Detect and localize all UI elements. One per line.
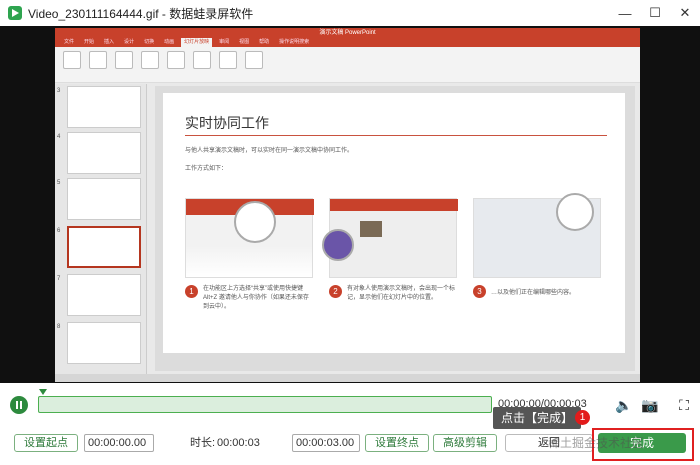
watermark: 稀土掘金技术社区 xyxy=(548,436,645,450)
thumb-number: 3 xyxy=(57,88,61,94)
ppt-tab: 插入 xyxy=(104,39,115,45)
set-end-label: 设置终点 xyxy=(375,437,419,449)
app-window: Video_230111164444.gif - 数据蛙录屏软件 — ☐ ✕ 演… xyxy=(0,0,700,465)
app-logo-icon xyxy=(8,6,22,20)
step-1-text: 在功能区上方选择“共享”或使用快捷键 Alt+Z 邀请他人与你协作（如果还未保存… xyxy=(203,286,309,310)
ppt-title: 演示文稿 PowerPoint xyxy=(55,28,640,38)
ribbon-icon xyxy=(245,51,263,69)
close-button[interactable]: ✕ xyxy=(670,0,700,26)
advanced-edit-label: 高级剪辑 xyxy=(443,437,487,449)
set-start-label: 设置起点 xyxy=(24,437,68,449)
playhead-marker[interactable] xyxy=(39,389,47,395)
step-2-text: 有对象人使用演示文稿时，会出现一个标记，显示他们在幻灯片中的位置。 xyxy=(347,286,456,301)
timeline-track[interactable] xyxy=(38,396,492,413)
ribbon-icon xyxy=(89,51,107,69)
slide-thumbnail xyxy=(67,322,141,364)
minimize-button[interactable]: — xyxy=(610,0,640,26)
step-badge: 1 xyxy=(575,410,590,425)
ppt-tab: 文件 xyxy=(64,39,75,45)
recorded-powerpoint-frame: 演示文稿 PowerPoint 文件 开始 插入 设计 切换 动画 幻灯片放映 … xyxy=(55,28,640,382)
duration-label: 时长: xyxy=(190,437,216,449)
slide-thumbnail xyxy=(67,86,141,128)
ppt-tab: 操作说明搜索 xyxy=(279,39,310,45)
ppt-tab: 审阅 xyxy=(219,39,230,45)
ribbon-icon xyxy=(193,51,211,69)
window-title: Video_230111164444.gif - 数据蛙录屏软件 xyxy=(28,6,254,21)
thumb-number: 7 xyxy=(57,276,61,282)
ppt-tab-active: 幻灯片放映 xyxy=(181,38,213,47)
ppt-tab: 设计 xyxy=(124,39,135,45)
ppt-tab: 视图 xyxy=(239,39,250,45)
ribbon-icon xyxy=(219,51,237,69)
ppt-ribbon-tabs: 文件 开始 插入 设计 切换 动画 幻灯片放映 审阅 视图 帮助 操作说明搜索 xyxy=(55,38,640,47)
step-3-illustration xyxy=(473,193,601,278)
zoom-circle xyxy=(234,201,276,243)
thumb-number: 4 xyxy=(57,134,61,140)
ppt-tab: 开始 xyxy=(84,39,95,45)
set-start-button[interactable]: 设置起点 xyxy=(14,434,78,452)
slide-thumbnail xyxy=(67,274,141,316)
fullscreen-icon[interactable]: ⛶ xyxy=(675,396,693,414)
video-preview: 演示文稿 PowerPoint 文件 开始 插入 设计 切换 动画 幻灯片放映 … xyxy=(0,26,700,383)
volume-icon[interactable]: 🔈 xyxy=(615,396,633,414)
step-1-number: 1 xyxy=(185,285,198,298)
slide-thumbnail-selected xyxy=(67,226,141,268)
ribbon-icon xyxy=(115,51,133,69)
guide-tooltip: 点击【完成】 xyxy=(493,407,582,429)
step-2-number: 2 xyxy=(329,285,342,298)
title-bar: Video_230111164444.gif - 数据蛙录屏软件 — ☐ ✕ xyxy=(0,0,700,26)
advanced-edit-button[interactable]: 高级剪辑 xyxy=(433,434,497,452)
avatar xyxy=(322,229,354,261)
slide-thumbnails: 3 4 5 6 7 8 xyxy=(55,84,147,374)
ppt-bar xyxy=(330,199,458,211)
playback-controls: 00:00:00/00:00:03 🔈 📷 ⛶ xyxy=(0,383,700,423)
duration-value: 00:00:03 xyxy=(217,437,260,449)
ppt-tab: 帮助 xyxy=(259,39,270,45)
slide-intro: 与他人共享演示文稿时，可以实时在同一演示文稿中协同工作。 xyxy=(185,148,354,154)
zoom-circle xyxy=(556,193,594,231)
thumb-number: 6 xyxy=(57,228,61,234)
ribbon-icon xyxy=(141,51,159,69)
slide-divider xyxy=(185,135,607,136)
start-time-field[interactable]: 00:00:00.00 xyxy=(84,434,154,452)
step-3-text: …以及他们正在编辑哪些内容。 xyxy=(491,290,576,296)
set-end-button[interactable]: 设置终点 xyxy=(365,434,429,452)
end-time-field[interactable]: 00:00:03.00 xyxy=(292,434,360,452)
ppt-tab: 动画 xyxy=(164,39,175,45)
step-1-illustration xyxy=(185,198,314,278)
slide: 实时协同工作 与他人共享演示文稿时，可以实时在同一演示文稿中协同工作。 工作方式… xyxy=(163,93,625,353)
step-2-illustration xyxy=(322,198,458,278)
slide-subtitle: 工作方式如下： xyxy=(185,166,228,172)
image-thumbnail xyxy=(360,221,382,237)
slide-thumbnail xyxy=(67,178,141,220)
camera-icon[interactable]: 📷 xyxy=(641,396,659,414)
thumb-number: 8 xyxy=(57,324,61,330)
ribbon-icon xyxy=(63,51,81,69)
slide-title: 实时协同工作 xyxy=(185,115,269,131)
ppt-status-bar xyxy=(55,374,640,382)
ppt-ribbon xyxy=(55,47,640,83)
thumb-number: 5 xyxy=(57,180,61,186)
slide-thumbnail xyxy=(67,132,141,174)
slide-editor: 实时协同工作 与他人共享演示文稿时，可以实时在同一演示文稿中协同工作。 工作方式… xyxy=(155,86,635,371)
ribbon-icon xyxy=(167,51,185,69)
ppt-tab: 切换 xyxy=(144,39,155,45)
step-3-number: 3 xyxy=(473,285,486,298)
maximize-button[interactable]: ☐ xyxy=(640,0,670,26)
pause-button[interactable] xyxy=(10,396,28,414)
